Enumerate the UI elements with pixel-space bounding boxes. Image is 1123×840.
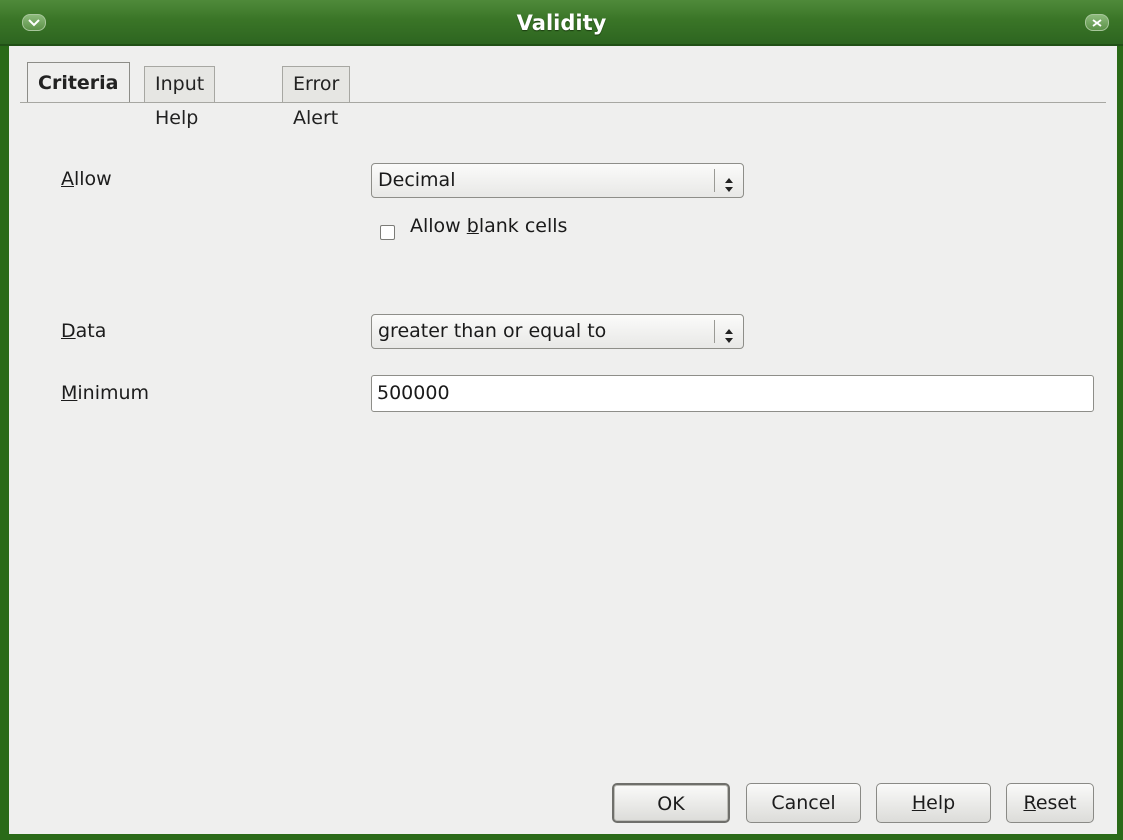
title-bar[interactable]: Validity [0,0,1123,46]
close-icon[interactable] [1085,14,1109,31]
dialog-title: Validity [516,11,607,35]
ok-button[interactable]: OK [612,783,730,823]
combo-separator [714,169,715,192]
spin-arrows-icon [723,172,735,192]
reset-button[interactable]: Reset [1006,783,1094,823]
tab-error-alert[interactable]: Error Alert [282,66,351,129]
data-select[interactable]: greater than or equal to [371,314,744,349]
cancel-button[interactable]: Cancel [746,783,861,823]
allow-select-value: Decimal [378,169,456,191]
spin-arrows-icon [723,323,735,343]
data-select-value: greater than or equal to [378,320,607,342]
tab-criteria[interactable]: Criteria [27,62,130,103]
minimum-label: Minimum [61,382,150,404]
data-label: Data [61,320,107,342]
tab-panel-border [20,102,1106,103]
validity-dialog: Validity Criteria Input Help Error Alert… [0,0,1123,840]
allow-label: Allow [61,168,112,190]
tab-input-help[interactable]: Input Help [144,66,216,129]
allow-select[interactable]: Decimal [371,163,744,198]
minimum-input[interactable]: 500000 [371,375,1094,412]
help-button[interactable]: Help [876,783,991,823]
allow-blank-cells-checkbox[interactable] [380,225,395,240]
combo-separator [714,320,715,343]
allow-blank-cells-label: Allow blank cells [410,215,568,237]
